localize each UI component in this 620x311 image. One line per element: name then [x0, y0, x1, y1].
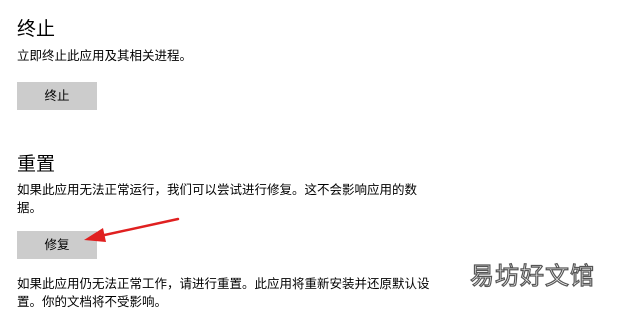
watermark-logo: 易坊好文馆: [469, 261, 595, 290]
repair-description: 如果此应用无法正常运行，我们可以尝试进行修复。这不会影响应用的数据。: [17, 182, 418, 215]
terminate-description: 立即终止此应用及其相关进程。: [17, 48, 193, 63]
terminate-button[interactable]: 终止: [17, 82, 97, 110]
reset-heading: 重置: [17, 153, 56, 175]
repair-button[interactable]: 修复: [17, 231, 97, 259]
reset-description: 如果此应用仍无法正常工作，请进行重置。此应用将重新安装并还原默认设置。你的文档将…: [17, 276, 430, 309]
terminate-heading: 终止: [17, 18, 56, 40]
